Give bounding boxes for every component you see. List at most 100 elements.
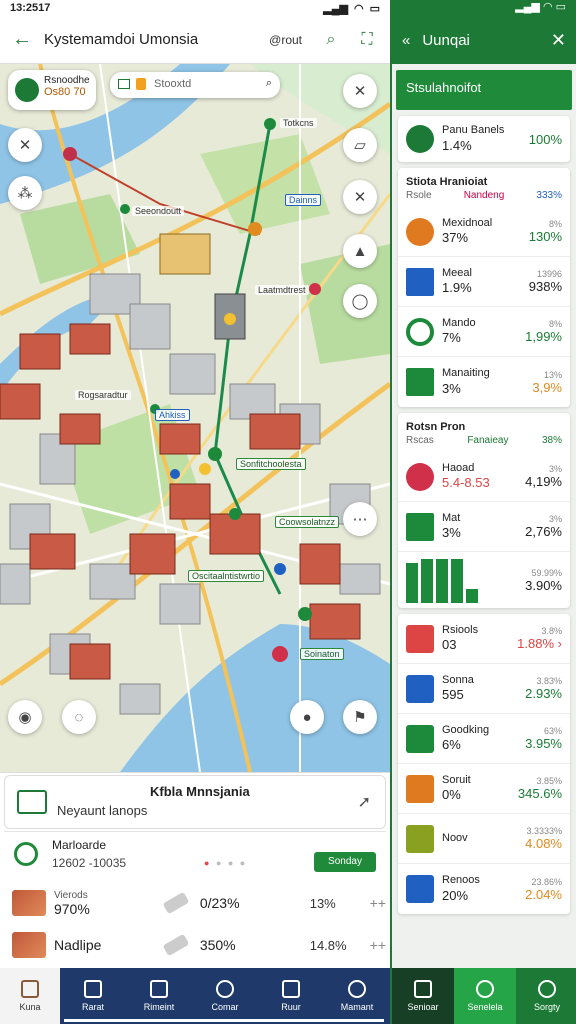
location-chip-title: Rsnoodhe: [44, 75, 90, 86]
poi-button[interactable]: ⚑: [343, 700, 377, 734]
status-time: 13:2517: [10, 2, 51, 14]
list-item[interactable]: Sonna 595 3.83% 2.93%: [398, 664, 570, 714]
panel-nav-services[interactable]: Senelela: [454, 968, 516, 1024]
close-icon[interactable]: ✕: [551, 30, 566, 51]
panel-nav-home[interactable]: Senioar: [392, 968, 454, 1024]
group-hdr-left: Rscas: [406, 435, 434, 446]
wifi-icon: ◠: [353, 2, 364, 15]
list-item[interactable]: Mat 3% 3% 2,76%: [398, 502, 570, 552]
list-item[interactable]: Soruit 0% 3.85% 345.6%: [398, 764, 570, 814]
map-label: Dainns: [285, 194, 322, 206]
item-value: 938%: [528, 279, 562, 294]
compass-button[interactable]: ▲: [343, 234, 377, 268]
action-button[interactable]: Sonday: [314, 852, 376, 872]
item-name: Mexidnoal: [442, 216, 493, 229]
page-dots: ● ● ● ●: [204, 858, 248, 868]
location-badge-icon: [15, 78, 39, 102]
route-tag[interactable]: @rout: [263, 31, 308, 49]
location-chip[interactable]: Rsnoodhe Os80 70: [8, 70, 96, 110]
item-name: Goodking: [442, 723, 490, 736]
nav-item-2[interactable]: Rimeint: [126, 968, 192, 1024]
item-pct: 595: [442, 687, 464, 703]
map-search-input[interactable]: Stooxtd ⌕: [110, 72, 280, 98]
park-icon: [406, 125, 434, 153]
tools-button[interactable]: ✕: [8, 128, 42, 162]
nav-item-3[interactable]: Comar: [192, 968, 258, 1024]
document-icon: [406, 267, 434, 296]
nav-item-home[interactable]: Kuna: [0, 968, 60, 1024]
share-icon[interactable]: ➚: [358, 792, 371, 812]
person-icon: [538, 980, 556, 998]
alert-icon: [406, 462, 434, 491]
nav-label: Rarat: [81, 1002, 104, 1012]
panel-nav-profile[interactable]: Sorgty: [516, 968, 576, 1024]
item-small: 8%: [548, 319, 562, 329]
list-item[interactable]: Meeal 1.9% 13996 938%: [398, 257, 570, 307]
back-arrow-icon[interactable]: ←: [10, 28, 34, 51]
stat-value: 970%: [53, 900, 90, 917]
expand-icon[interactable]: ⛶: [354, 31, 380, 49]
item-value: 3.95%: [525, 736, 562, 751]
stat-row[interactable]: Nadlipe 350% 14.8% ++: [4, 925, 386, 965]
pill-icon: [162, 891, 190, 915]
place-header-card[interactable]: Kfbla Mnnsjania Neyaunt lanops ➚: [4, 775, 386, 829]
zoom-button[interactable]: ✕: [343, 180, 377, 214]
group-hdr-right: 38%: [541, 435, 562, 446]
list-item[interactable]: Mexidnoal 37% 8% 130%: [398, 207, 570, 257]
close-map-button[interactable]: ✕: [343, 74, 377, 108]
top-item-card[interactable]: Panu Banels 1.4% 100%: [398, 116, 570, 162]
nav-item-1[interactable]: Rarat: [60, 968, 126, 1024]
list-item[interactable]: Rsiools 03 3.8% 1.88% ›: [398, 614, 570, 664]
item-value: 3.90%: [525, 577, 562, 593]
item-name: Mando: [442, 316, 476, 329]
panel-back-icon[interactable]: «: [402, 32, 410, 49]
panel-bottom-nav: Senioar Senelela Sorgty: [392, 968, 576, 1024]
nav-item-4[interactable]: Ruur: [258, 968, 324, 1024]
item-small: 13996: [536, 269, 562, 279]
chat-icon: [216, 980, 234, 998]
search-icon[interactable]: ⌕: [318, 31, 344, 49]
map-search-placeholder: Stooxtd: [154, 78, 192, 90]
item-name: Haoad: [442, 461, 475, 474]
location-chip-sub: Os80 70: [44, 86, 86, 98]
status-bar: 13:2517 ▂▄▆ ◠ ▭: [0, 0, 390, 16]
layers-button[interactable]: ▱: [343, 128, 377, 162]
list-item[interactable]: 59.99% 3.90%: [398, 552, 570, 608]
list-item[interactable]: Renoos 20% 23.86% 2.04%: [398, 864, 570, 914]
list-item[interactable]: Goodking 6% 63% 3.95%: [398, 714, 570, 764]
options-button[interactable]: ⋯: [343, 502, 377, 536]
list-item[interactable]: Mando 7% 8% 1,99%: [398, 307, 570, 357]
bottom-nav: Kuna Rarat Rimeint Comar Ruur Mamant: [0, 968, 390, 1024]
group-hdr-left: Rsole: [406, 190, 432, 201]
item-small: 8%: [548, 219, 562, 229]
place-subtitle: Neyaunt lanops: [57, 803, 148, 818]
map-label: Ahkiss: [155, 409, 190, 421]
city-map[interactable]: Rsnoodhe Os80 70 Stooxtd ⌕ ✕ ⁂ ✕ ▱ ✕ ▲ ◯…: [0, 64, 390, 772]
stat-row[interactable]: Vierods 970% 0/23% 13% ++: [4, 883, 386, 923]
globe-button[interactable]: ◉: [8, 700, 42, 734]
place-card-icon: [17, 790, 47, 814]
home-icon: [414, 980, 432, 998]
record-button[interactable]: ●: [290, 700, 324, 734]
grid-icon: [118, 79, 130, 89]
map-canvas: [0, 64, 390, 772]
rotate-button[interactable]: ◯: [343, 284, 377, 318]
list-item[interactable]: Noov 3.3333% 4.08%: [398, 814, 570, 864]
home-icon: [21, 980, 39, 998]
school-icon: [406, 624, 434, 653]
group-hdr-mid: Nandeng: [463, 190, 505, 201]
list-item[interactable]: Haoad 5.4-8.53 3% 4,19%: [398, 452, 570, 502]
item-name: Renoos: [442, 874, 480, 886]
nav-item-5[interactable]: Mamant: [324, 968, 390, 1024]
item-value: 1,99%: [525, 329, 562, 344]
item-small: 3.3333%: [526, 826, 562, 836]
locate-button[interactable]: ◌: [62, 700, 96, 734]
group-hdr-mid: Fanaieay: [467, 435, 509, 446]
group-card-1: Stiota Hranioiat Rsole Nandeng 333% Mexidn…: [398, 168, 570, 407]
item-name: Meeal: [442, 266, 472, 279]
map-label: Coowsolatnzz: [275, 516, 340, 528]
group-button[interactable]: ⁂: [8, 176, 42, 210]
contact-row: Marloarde 12602 -10035 ● ● ● ● Sonday: [4, 831, 386, 881]
list-item[interactable]: Manaiting 3% 13% 3,9%: [398, 357, 570, 407]
stat-value-3: 13%: [309, 895, 336, 911]
